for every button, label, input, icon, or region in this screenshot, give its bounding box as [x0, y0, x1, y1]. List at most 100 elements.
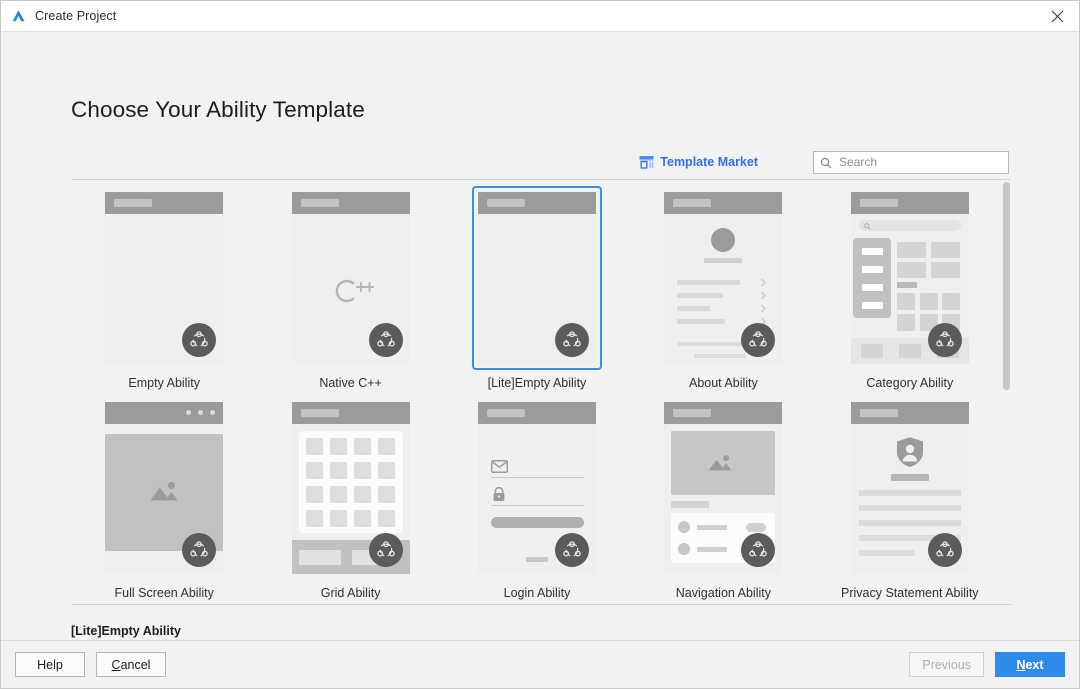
placeholder-bar — [858, 550, 915, 556]
placeholder-bar — [896, 282, 917, 288]
thumb-header — [105, 402, 224, 424]
template-card-frame[interactable] — [99, 186, 229, 370]
placeholder-bar — [861, 284, 883, 291]
distributed-ability-icon — [927, 323, 962, 357]
template-card[interactable]: Native C++ — [257, 184, 443, 390]
template-card-frame[interactable] — [286, 186, 416, 370]
template-card[interactable]: About Ability — [630, 184, 816, 390]
previous-button[interactable]: Previous — [909, 652, 984, 677]
placeholder-bar — [861, 302, 883, 309]
shield-person-icon — [896, 437, 923, 467]
thumb-header — [477, 402, 596, 424]
thumb-header — [850, 402, 969, 424]
template-card[interactable]: [Lite]Empty Ability — [444, 184, 630, 390]
template-card[interactable]: Full Screen Ability — [71, 394, 257, 600]
grid-tile — [353, 510, 371, 527]
template-card[interactable]: Privacy Statement Ability — [817, 394, 1003, 600]
template-card-label: [Lite]Empty Ability — [487, 376, 587, 390]
placeholder-bar — [919, 293, 938, 310]
cpp-logo — [292, 276, 410, 312]
close-icon[interactable] — [1035, 1, 1079, 31]
scrollbar-thumb[interactable] — [1003, 182, 1010, 390]
grid-tile — [377, 510, 395, 527]
placeholder-bar — [861, 266, 883, 273]
placeholder-bar — [697, 547, 728, 552]
envelope-icon — [490, 460, 508, 473]
cancel-button[interactable]: Cancel — [96, 652, 166, 677]
template-thumbnail — [105, 192, 224, 364]
chevron-right-icon — [761, 278, 767, 287]
grid-tile — [305, 510, 323, 527]
template-card-frame[interactable] — [658, 396, 788, 580]
distributed-ability-icon — [368, 323, 403, 357]
template-market-link[interactable]: Template Market — [639, 155, 758, 169]
template-thumbnail — [477, 192, 596, 364]
search-icon — [820, 156, 832, 169]
placeholder-bar — [930, 242, 960, 258]
search-input[interactable] — [839, 155, 1002, 169]
template-card-label: Navigation Ability — [675, 586, 771, 600]
grid-tile — [305, 462, 323, 479]
description-title: [Lite]Empty Ability — [71, 624, 181, 638]
placeholder-bar — [858, 520, 961, 526]
template-card[interactable]: Category Ability — [817, 184, 1003, 390]
template-card[interactable]: Navigation Ability — [630, 394, 816, 600]
cancel-label-rest: ancel — [120, 657, 151, 672]
thumb-title-pill — [300, 409, 339, 417]
template-thumbnail — [850, 192, 969, 364]
template-card-frame[interactable] — [472, 396, 602, 580]
chevron-right-icon — [761, 304, 767, 313]
distributed-ability-icon — [182, 533, 217, 567]
template-card-frame[interactable] — [845, 186, 975, 370]
placeholder-bar — [671, 501, 710, 508]
footer-navigation: Previous Next — [909, 652, 1065, 677]
thumb-header — [477, 192, 596, 214]
placeholder-bar — [858, 505, 961, 511]
template-card-label: Full Screen Ability — [114, 586, 214, 600]
placeholder-bar — [677, 319, 726, 324]
placeholder-bar — [896, 242, 926, 258]
thumb-header — [664, 192, 783, 214]
placeholder-bar — [490, 517, 584, 528]
grid-tile — [353, 462, 371, 479]
thumb-title-pill — [673, 409, 712, 417]
cancel-mnemonic: C — [111, 657, 121, 672]
template-card-label: About Ability — [688, 376, 758, 390]
template-card-frame[interactable] — [99, 396, 229, 580]
dialog-body: Choose Your Ability Template Template Ma… — [1, 32, 1079, 668]
template-market-label: Template Market — [660, 155, 758, 169]
window-title: Create Project — [35, 9, 117, 23]
distributed-ability-icon — [927, 533, 962, 567]
placeholder-bar — [941, 293, 960, 310]
help-button[interactable]: Help — [15, 652, 85, 677]
placeholder-bar — [858, 490, 961, 496]
thumb-title-pill — [673, 199, 712, 207]
template-card-frame[interactable] — [286, 396, 416, 580]
thumb-header — [291, 402, 410, 424]
template-grid-scrollbar[interactable] — [1002, 180, 1011, 604]
distributed-ability-icon — [554, 323, 589, 357]
distributed-ability-icon — [554, 533, 589, 567]
grid-tile — [377, 486, 395, 503]
template-card-frame[interactable] — [658, 186, 788, 370]
next-mnemonic: N — [1016, 657, 1026, 672]
template-thumbnail — [105, 402, 224, 574]
template-card-frame[interactable] — [471, 186, 602, 370]
grid-tile — [329, 438, 347, 455]
placeholder-bar — [861, 248, 883, 255]
template-card-label: Grid Ability — [320, 586, 381, 600]
template-card[interactable]: Empty Ability — [71, 184, 257, 390]
grid-tile — [377, 462, 395, 479]
template-card[interactable]: Login Ability — [444, 394, 630, 600]
toolbar: Template Market — [71, 148, 1009, 176]
template-card-frame[interactable] — [845, 396, 975, 580]
thumb-header — [291, 192, 410, 214]
grid-tile — [329, 510, 347, 527]
thumb-header — [850, 192, 969, 214]
next-button[interactable]: Next — [995, 652, 1065, 677]
grid-tile — [329, 486, 347, 503]
placeholder-bar — [860, 344, 883, 358]
template-card[interactable]: Grid Ability — [257, 394, 443, 600]
search-box[interactable] — [813, 150, 1009, 174]
avatar — [711, 228, 736, 252]
